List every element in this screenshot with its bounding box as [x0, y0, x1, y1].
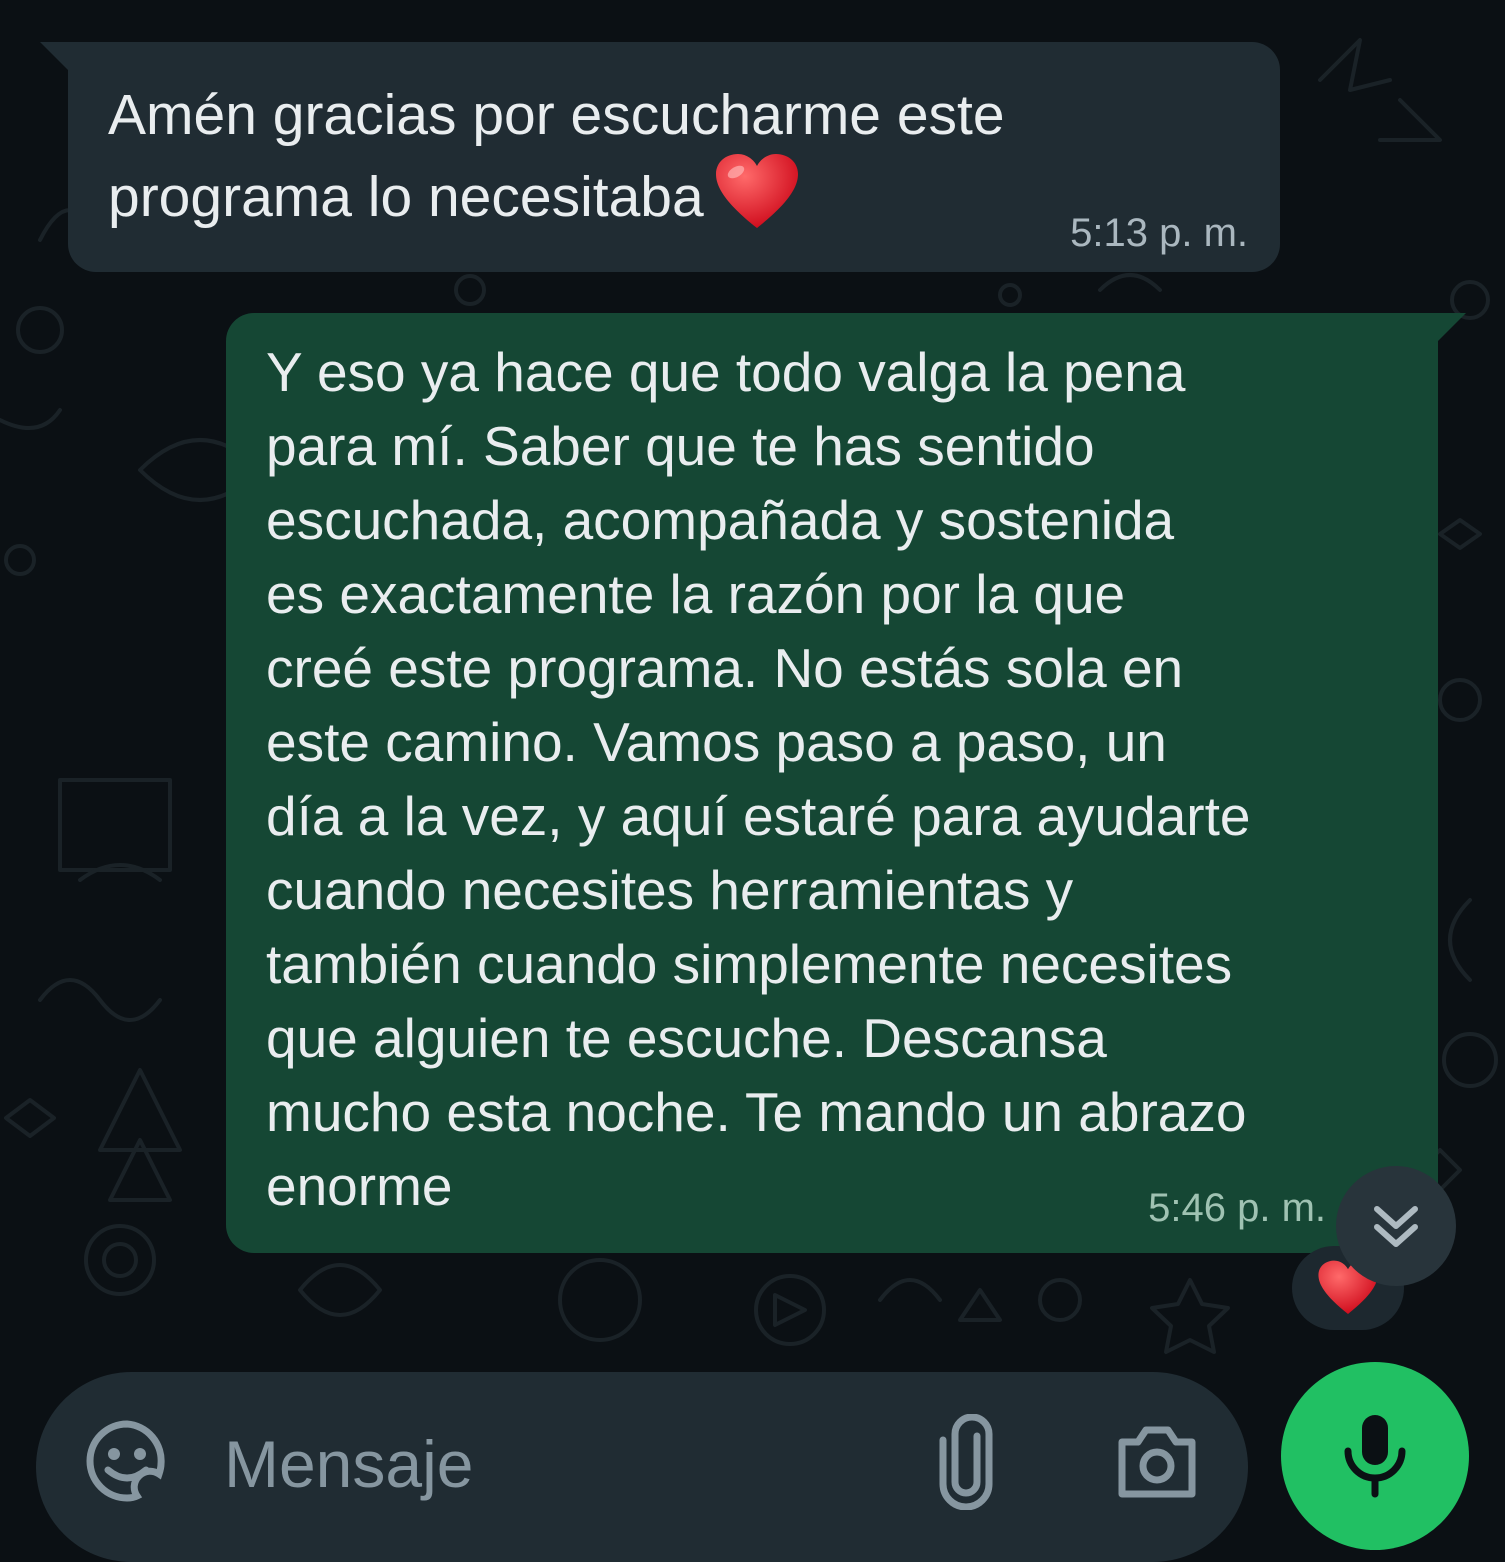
- camera-icon[interactable]: [1114, 1422, 1200, 1502]
- message-composer[interactable]: Mensaje: [36, 1372, 1248, 1562]
- paperclip-icon[interactable]: [931, 1414, 1001, 1510]
- double-chevron-down-icon: [1374, 1206, 1418, 1247]
- microphone-button[interactable]: [1281, 1362, 1469, 1550]
- bubble-tail: [40, 42, 70, 72]
- incoming-message-bubble[interactable]: Amén gracias por escucharme este program…: [40, 42, 1280, 272]
- scroll-to-bottom-button[interactable]: [1336, 1166, 1456, 1286]
- bubble-tail: [1436, 313, 1466, 343]
- message-input[interactable]: Mensaje: [224, 1426, 473, 1502]
- red-heart-emoji-icon: [714, 152, 800, 250]
- message-timestamp: 5:46 p. m.: [1148, 1186, 1326, 1230]
- message-timestamp: 5:13 p. m.: [1070, 211, 1248, 255]
- microphone-icon: [1344, 1415, 1406, 1498]
- outgoing-message-bubble[interactable]: Y eso ya hace que todo valga la pena par…: [226, 313, 1466, 1253]
- message-text: Y eso ya hace que todo valga la pena par…: [266, 341, 1251, 1217]
- sticker-icon[interactable]: [84, 1418, 170, 1504]
